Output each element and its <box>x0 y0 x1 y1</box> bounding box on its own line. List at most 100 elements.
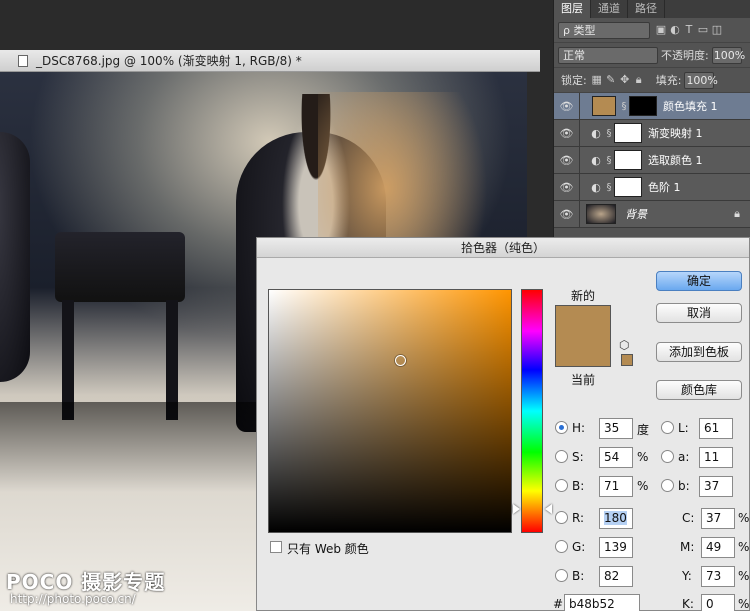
shape-filter-icon[interactable]: ▭ <box>696 23 710 37</box>
red-radio[interactable] <box>555 511 568 524</box>
panel-tabs: 图层 通道 路径 <box>554 0 750 18</box>
visibility-eye-icon[interactable]: 👁︎ <box>554 93 580 119</box>
new-color-label: 新的 <box>571 289 596 303</box>
adjustment-layer-icon: ◐ <box>591 126 601 140</box>
cyan-label: C: <box>682 511 695 525</box>
fill-label: 填充: <box>655 74 682 87</box>
color-field[interactable] <box>268 289 512 533</box>
photo-chair-left <box>0 132 30 382</box>
adjustment-layer-icon: ◐ <box>591 153 601 167</box>
yellow-input[interactable]: 73 <box>701 566 735 587</box>
document-tab[interactable]: _DSC8768.jpg @ 100% (渐变映射 1, RGB/8) * <box>0 50 540 72</box>
visibility-eye-icon[interactable]: 👁︎ <box>554 147 580 173</box>
lock-move-icon[interactable]: ✥ <box>618 73 632 87</box>
blue-input[interactable]: 82 <box>599 566 633 587</box>
type-filter-icon[interactable]: T <box>682 23 696 37</box>
color-field-cursor[interactable] <box>394 354 406 366</box>
watermark-url: http://photo.poco.cn/ <box>10 592 136 606</box>
magenta-input[interactable]: 49 <box>701 537 735 558</box>
green-input[interactable]: 139 <box>599 537 633 558</box>
adjustment-filter-icon[interactable]: ◐ <box>668 23 682 37</box>
lock-all-icon[interactable]: 🔒︎ <box>632 73 646 87</box>
hue-radio[interactable] <box>555 421 568 434</box>
link-icon[interactable]: § <box>604 182 614 193</box>
visibility-eye-icon[interactable]: 👁︎ <box>554 174 580 200</box>
photo-table <box>55 232 185 302</box>
link-icon[interactable]: § <box>619 101 629 112</box>
current-color-swatch[interactable] <box>556 336 610 366</box>
fill-input[interactable]: 100% <box>684 71 718 89</box>
lock-transparent-icon[interactable]: ▦ <box>590 73 604 87</box>
color-picker-dialog: 拾色器（纯色） 新的 当前 ⬡ 确定 取消 添加到色板 颜色库 H: 35 度 … <box>256 237 750 611</box>
green-label: G: <box>572 540 586 554</box>
tab-channels[interactable]: 通道 <box>591 0 628 18</box>
black-label: K: <box>682 597 694 611</box>
hue-slider-right-arrow[interactable] <box>545 504 552 515</box>
hue-slider-left-arrow[interactable] <box>513 504 520 515</box>
saturation-input[interactable]: 54 <box>599 447 633 468</box>
layer-selective-color[interactable]: 👁︎ ◐ § 选取颜色 1 <box>554 147 750 174</box>
visibility-eye-icon[interactable]: 👁︎ <box>554 120 580 146</box>
hex-input[interactable]: b48b52 <box>564 594 640 611</box>
blend-mode-select[interactable]: 正常 <box>558 46 658 64</box>
layer-name: 渐变映射 1 <box>648 127 703 140</box>
green-radio[interactable] <box>555 540 568 553</box>
hex-label: # <box>553 597 564 611</box>
tab-paths[interactable]: 路径 <box>628 0 665 18</box>
brightness-input[interactable]: 71 <box>599 476 633 497</box>
background-thumbnail <box>586 204 616 224</box>
magenta-label: M: <box>680 540 695 554</box>
brightness-label: B: <box>572 479 585 493</box>
link-icon[interactable]: § <box>604 155 614 166</box>
blend-row: 正常 不透明度: 100% <box>554 43 750 68</box>
cyan-input[interactable]: 37 <box>701 508 735 529</box>
out-of-gamut-cube-icon[interactable]: ⬡ <box>619 338 629 352</box>
cancel-button[interactable]: 取消 <box>656 303 742 323</box>
layer-gradient-map[interactable]: 👁︎ ◐ § 渐变映射 1 <box>554 120 750 147</box>
layer-color-fill[interactable]: 👁︎ § 颜色填充 1 <box>554 93 750 120</box>
opacity-input[interactable]: 100% <box>711 46 745 64</box>
layer-mask-thumbnail[interactable] <box>629 96 657 116</box>
layer-mask-thumbnail[interactable] <box>614 123 642 143</box>
a-channel-input[interactable]: 11 <box>699 447 733 468</box>
lightness-input[interactable]: 61 <box>699 418 733 439</box>
saturation-unit: % <box>637 450 649 464</box>
visibility-eye-icon[interactable]: 👁︎ <box>554 201 580 227</box>
layer-mask-thumbnail[interactable] <box>614 177 642 197</box>
hue-slider[interactable] <box>521 289 543 533</box>
yellow-label: Y: <box>682 569 692 583</box>
red-input[interactable]: 180 <box>599 508 633 529</box>
lightness-radio[interactable] <box>661 421 674 434</box>
red-label: R: <box>572 511 585 525</box>
tab-layers[interactable]: 图层 <box>554 0 591 18</box>
layer-name: 背景 <box>625 208 647 221</box>
layers-panel: 图层 通道 路径 ρ 类型 ▣ ◐ T ▭ ◫ 正常 不透明度: 100% 锁定… <box>553 0 750 237</box>
layer-background[interactable]: 👁︎ 背景 🔒︎ <box>554 201 750 228</box>
web-safe-swatch[interactable] <box>621 354 633 366</box>
brightness-radio[interactable] <box>555 479 568 492</box>
web-colors-only-label: 只有 Web 颜色 <box>287 542 369 556</box>
opacity-label: 不透明度: <box>661 49 709 62</box>
current-color-label: 当前 <box>571 373 596 387</box>
a-channel-radio[interactable] <box>661 450 674 463</box>
b-channel-input[interactable]: 37 <box>699 476 733 497</box>
lock-label: 锁定: <box>561 74 587 87</box>
add-to-swatches-button[interactable]: 添加到色板 <box>656 342 742 362</box>
layer-mask-thumbnail[interactable] <box>614 150 642 170</box>
smart-object-filter-icon[interactable]: ◫ <box>710 23 724 37</box>
color-libraries-button[interactable]: 颜色库 <box>656 380 742 400</box>
document-title: _DSC8768.jpg @ 100% (渐变映射 1, RGB/8) * <box>36 54 302 68</box>
ok-button[interactable]: 确定 <box>656 271 742 291</box>
lock-brush-icon[interactable]: ✎ <box>604 73 618 87</box>
black-input[interactable]: 0 <box>701 594 735 611</box>
web-colors-only-checkbox[interactable] <box>270 541 282 553</box>
saturation-radio[interactable] <box>555 450 568 463</box>
kind-filter-select[interactable]: ρ 类型 <box>558 21 650 39</box>
hue-input[interactable]: 35 <box>599 418 633 439</box>
link-icon[interactable]: § <box>604 128 614 139</box>
blue-radio[interactable] <box>555 569 568 582</box>
b-channel-radio[interactable] <box>661 479 674 492</box>
pixel-filter-icon[interactable]: ▣ <box>654 23 668 37</box>
layer-levels[interactable]: 👁︎ ◐ § 色阶 1 <box>554 174 750 201</box>
magenta-unit: % <box>738 540 750 554</box>
